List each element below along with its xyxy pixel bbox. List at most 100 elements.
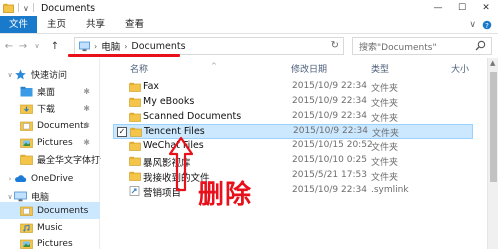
- file-type: 文件夹: [371, 158, 399, 168]
- nav-item-label: Pictures: [37, 137, 73, 148]
- folder-icon: [129, 112, 141, 122]
- title-bar: | ∨ | Documents — ☐ ✕: [0, 0, 498, 16]
- folder-icon: [129, 97, 141, 107]
- documents-folder-icon: [20, 121, 33, 131]
- tab-file[interactable]: 文件: [0, 16, 38, 33]
- file-date: 2015/10/9 22:34: [292, 81, 367, 91]
- nav-item-quick-access[interactable]: ∨ 快速访问: [6, 66, 106, 83]
- expand-arrow-icon[interactable]: ›: [6, 175, 14, 183]
- file-type: 文件夹: [371, 84, 399, 94]
- window-controls: — ☐ ✕: [426, 0, 498, 16]
- breadcrumb-computer[interactable]: 电脑: [101, 39, 120, 53]
- pictures-folder-icon: [20, 138, 33, 148]
- nav-item-label: Documents: [37, 120, 89, 131]
- scrollbar-thumb[interactable]: [490, 72, 497, 182]
- file-row[interactable]: 暴风影视库 2015/10/10 0:25 文件夹: [113, 154, 473, 169]
- nav-item-label: Music: [37, 222, 63, 233]
- file-row-selected[interactable]: ✓ Tencent Files 2015/10/9 22:34 文件夹: [113, 124, 473, 139]
- close-button[interactable]: ✕: [474, 0, 498, 16]
- tab-view[interactable]: 查看: [115, 16, 154, 33]
- nav-item-label: OneDrive: [31, 173, 74, 184]
- file-date: 2015/10/10 0:25: [292, 155, 367, 165]
- nav-item-label: 下载: [37, 105, 56, 115]
- file-row[interactable]: 我接收到的文件 2015/5/21 17:53 文件夹: [113, 169, 473, 184]
- file-type: 文件夹: [371, 99, 399, 109]
- tab-share[interactable]: 共享: [76, 16, 115, 33]
- file-date: 2015/10/9 22:34: [292, 185, 367, 195]
- window-title: Documents: [40, 2, 96, 14]
- column-type[interactable]: 类型: [371, 62, 389, 75]
- nav-item-label: 快速访问: [31, 71, 68, 81]
- folder-icon: [129, 156, 141, 166]
- vertical-scrollbar[interactable]: ▲: [487, 58, 498, 249]
- annotation-delete-label: 删除: [198, 180, 253, 210]
- folder-icon: [20, 154, 33, 165]
- recent-locations-icon[interactable]: ∨: [30, 42, 44, 50]
- file-row[interactable]: WeChat Files 2015/10/15 20:52 文件夹: [113, 139, 473, 154]
- quick-access-toolbar: | ∨ |: [0, 3, 35, 13]
- nav-item-label: Documents: [37, 205, 89, 216]
- pin-icon: ✱: [83, 87, 90, 96]
- file-date: 2015/10/9 22:34: [292, 96, 367, 106]
- collapse-arrow-icon[interactable]: ∨: [6, 71, 14, 79]
- star-icon: [15, 69, 26, 80]
- pin-icon: ✱: [83, 138, 90, 147]
- file-name: Fax: [143, 81, 160, 92]
- file-row[interactable]: 营销项目 2015/10/9 22:34 .symlink: [113, 184, 473, 199]
- search-placeholder: 搜索"Documents": [359, 42, 437, 53]
- file-name: Scanned Documents: [143, 111, 242, 122]
- row-checkbox[interactable]: ✓: [117, 127, 127, 137]
- nav-item-documents[interactable]: Documents: [0, 202, 100, 219]
- computer-icon: [79, 41, 90, 51]
- file-date: 2015/5/21 17:53: [292, 170, 367, 180]
- file-date: 2015/10/15 20:52: [292, 140, 373, 150]
- qa-separator-2: |: [31, 3, 35, 13]
- sort-chevron-icon: ^: [211, 62, 217, 70]
- scroll-up-icon[interactable]: ▲: [490, 59, 495, 67]
- breadcrumb-documents[interactable]: Documents: [131, 41, 185, 52]
- symlink-icon: [129, 186, 140, 196]
- search-input[interactable]: 搜索"Documents": [352, 37, 492, 55]
- file-type: 文件夹: [372, 129, 400, 139]
- file-type: .symlink: [371, 185, 409, 195]
- nav-item-onedrive[interactable]: › OneDrive: [6, 170, 106, 187]
- qa-dropdown-icon[interactable]: ∨: [23, 4, 29, 13]
- ribbon-right: ∨ ?: [469, 16, 498, 33]
- back-button[interactable]: ←: [2, 41, 16, 52]
- file-date: 2015/10/9 22:34: [293, 126, 368, 136]
- computer-icon: [14, 191, 27, 202]
- file-row[interactable]: Scanned Documents 2015/10/9 22:34 文件夹: [113, 110, 473, 125]
- desktop-folder-icon: [20, 86, 33, 97]
- column-date[interactable]: 修改日期: [291, 62, 327, 75]
- up-button[interactable]: ↑: [48, 41, 62, 52]
- breadcrumb-separator-icon: ›: [124, 41, 128, 51]
- help-icon[interactable]: ?: [482, 20, 492, 30]
- minimize-button[interactable]: —: [426, 0, 450, 16]
- pin-icon: ✱: [83, 121, 90, 130]
- documents-folder-icon: [20, 206, 33, 216]
- svg-text:?: ?: [485, 21, 489, 29]
- column-name[interactable]: 名称: [130, 62, 148, 75]
- download-folder-icon: [20, 104, 33, 114]
- collapse-arrow-icon[interactable]: ∨: [6, 193, 14, 201]
- search-icon: [475, 40, 486, 51]
- file-row[interactable]: My eBooks 2015/10/9 22:34 文件夹: [113, 95, 473, 110]
- cloud-icon: [15, 175, 27, 182]
- breadcrumb-separator-icon: ›: [94, 41, 98, 51]
- file-type: 文件夹: [371, 114, 399, 124]
- expand-ribbon-icon[interactable]: ∨: [469, 20, 476, 30]
- qa-separator: |: [17, 3, 21, 13]
- maximize-button[interactable]: ☐: [450, 0, 474, 16]
- forward-button[interactable]: →: [16, 41, 30, 52]
- tab-home[interactable]: 主页: [37, 16, 76, 33]
- ribbon-tabs: 文件 主页 共享 查看 ∨ ?: [0, 16, 498, 34]
- refresh-icon[interactable]: ↻: [331, 40, 339, 51]
- file-row[interactable]: Fax 2015/10/9 22:34 文件夹: [113, 80, 473, 95]
- music-folder-icon: [20, 223, 33, 233]
- column-size[interactable]: 大小: [451, 62, 469, 75]
- annotation-arrow: [168, 136, 194, 192]
- pictures-folder-icon: [20, 239, 33, 249]
- column-header: ^ 名称 修改日期 类型 大小: [101, 58, 486, 76]
- annotation-underline-address: [68, 54, 180, 57]
- address-bar[interactable]: › 电脑 › Documents ↻: [74, 37, 344, 55]
